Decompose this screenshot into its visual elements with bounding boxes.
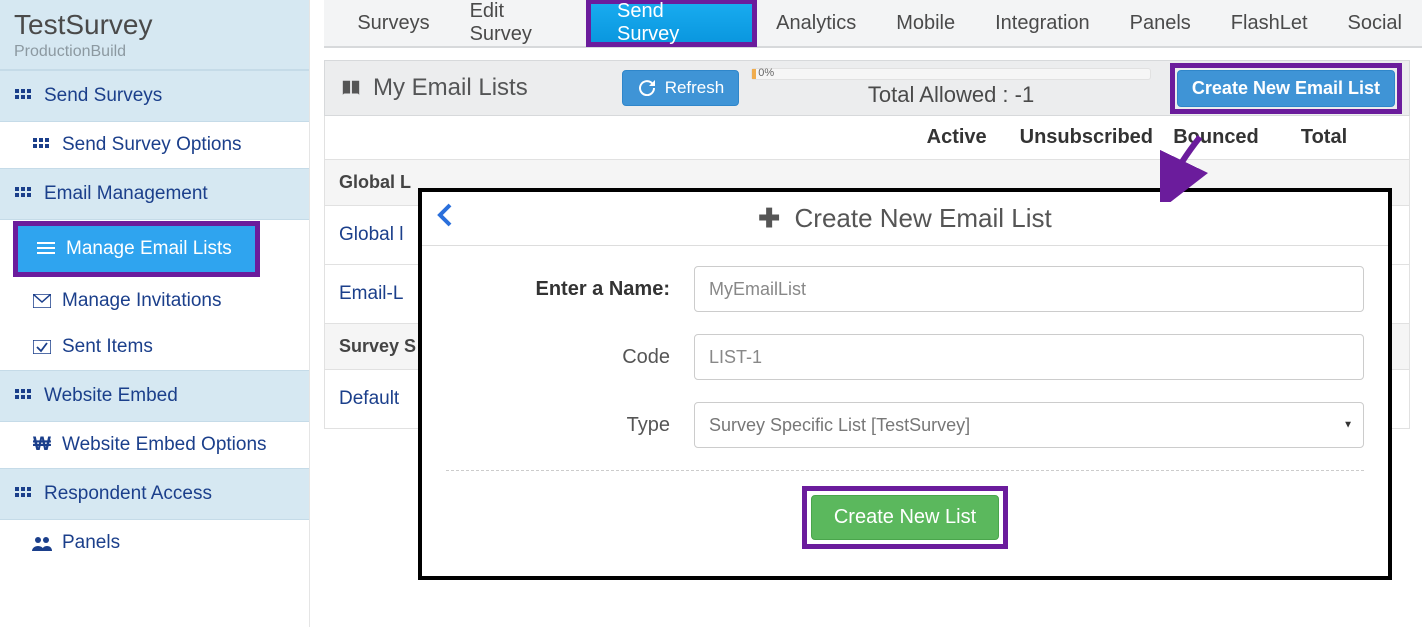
refresh-label: Refresh: [665, 78, 725, 98]
titlebar: My Email Lists Refresh 0% Total Allowed …: [324, 60, 1410, 116]
form-separator: [446, 470, 1364, 471]
col-bounced: Bounced: [1171, 126, 1261, 149]
sidebar-item-manage-invitations[interactable]: Manage Invitations: [0, 278, 309, 324]
code-input[interactable]: [694, 334, 1364, 380]
tab-label: Social: [1348, 12, 1402, 35]
sidebar-item-panels[interactable]: Panels: [0, 520, 309, 566]
build-label: ProductionBuild: [14, 43, 295, 61]
sidebar-section-label: Respondent Access: [44, 483, 212, 505]
sidebar-item-manage-email-lists[interactable]: Manage Email Lists: [14, 222, 259, 276]
survey-title: TestSurvey: [14, 10, 295, 41]
form-row-name: Enter a Name:: [446, 266, 1364, 312]
sidebar: TestSurvey ProductionBuild Send Surveys …: [0, 0, 310, 627]
sidebar-section-label: Website Embed: [44, 385, 178, 407]
sidebar-item-label: Panels: [62, 532, 120, 554]
page-title-text: My Email Lists: [373, 74, 528, 102]
dialog-header: ✚ Create New Email List: [422, 192, 1388, 246]
usage-progress: 0% Total Allowed : -1: [751, 68, 1151, 108]
refresh-icon: [637, 80, 657, 96]
tab-integration[interactable]: Integration: [975, 0, 1110, 46]
tab-edit-survey[interactable]: Edit Survey: [450, 0, 587, 46]
tab-send-survey[interactable]: Send Survey: [587, 0, 756, 46]
chevron-down-icon: ▼: [1343, 420, 1353, 431]
sidebar-section-label: Email Management: [44, 183, 208, 205]
create-btn-label: Create New Email List: [1192, 78, 1380, 99]
name-label: Enter a Name:: [446, 278, 694, 301]
sidebar-item-label: Send Survey Options: [62, 134, 242, 156]
topnav: Surveys Edit Survey Send Survey Analytic…: [324, 0, 1422, 48]
tab-analytics[interactable]: Analytics: [756, 0, 876, 46]
type-select-value: Survey Specific List [TestSurvey]: [709, 415, 970, 436]
name-input[interactable]: [694, 266, 1364, 312]
book-icon: [341, 78, 361, 98]
sidebar-section-send-surveys[interactable]: Send Surveys: [0, 70, 309, 122]
sidebar-header: TestSurvey ProductionBuild: [0, 0, 309, 70]
col-active: Active: [912, 126, 1002, 149]
progress-pct: 0%: [758, 67, 774, 79]
tab-label: Edit Survey: [470, 0, 567, 46]
form-row-code: Code: [446, 334, 1364, 380]
type-label: Type: [446, 414, 694, 437]
tab-panels[interactable]: Panels: [1110, 0, 1211, 46]
grid-icon: [14, 187, 34, 201]
grid-icon: [14, 389, 34, 403]
page-title: My Email Lists: [341, 74, 528, 102]
grid-icon: [32, 138, 52, 152]
tab-label: Analytics: [776, 12, 856, 35]
grid-icon: [14, 487, 34, 501]
dialog-title: ✚ Create New Email List: [436, 203, 1374, 234]
sidebar-section-email-management[interactable]: Email Management: [0, 168, 309, 220]
sidebar-item-label: Website Embed Options: [62, 434, 267, 456]
col-total: Total: [1279, 126, 1369, 149]
tab-label: FlashLet: [1231, 12, 1308, 35]
form-row-type: Type Survey Specific List [TestSurvey] ▼: [446, 402, 1364, 448]
sidebar-item-website-embed-options[interactable]: ₩ Website Embed Options: [0, 422, 309, 468]
dialog-title-text: Create New Email List: [795, 203, 1052, 233]
tab-flashlet[interactable]: FlashLet: [1211, 0, 1328, 46]
col-unsubscribed: Unsubscribed: [1020, 126, 1153, 149]
list-icon: [36, 242, 56, 256]
check-icon: [32, 340, 52, 354]
tab-label: Panels: [1130, 12, 1191, 35]
sidebar-item-label: Manage Email Lists: [66, 238, 232, 260]
people-icon: [32, 535, 52, 551]
progress-bar: 0%: [751, 68, 1151, 80]
grid-icon: [14, 89, 34, 103]
tab-mobile[interactable]: Mobile: [876, 0, 975, 46]
sidebar-section-website-embed[interactable]: Website Embed: [0, 370, 309, 422]
tab-label: Send Survey: [617, 0, 726, 46]
tab-label: Mobile: [896, 12, 955, 35]
envelope-icon: [32, 294, 52, 308]
sidebar-section-respondent-access[interactable]: Respondent Access: [0, 468, 309, 520]
submit-label: Create New List: [834, 506, 976, 529]
sidebar-item-sent-items[interactable]: Sent Items: [0, 324, 309, 370]
form-actions: Create New List: [446, 487, 1364, 548]
dialog-form: Enter a Name: Code Type Survey Specific …: [422, 246, 1388, 548]
tab-label: Surveys: [357, 12, 429, 35]
create-email-list-dialog: ✚ Create New Email List Enter a Name: Co…: [418, 188, 1392, 580]
sidebar-item-label: Sent Items: [62, 336, 153, 358]
code-label: Code: [446, 346, 694, 369]
refresh-button[interactable]: Refresh: [622, 70, 740, 106]
tab-surveys[interactable]: Surveys: [337, 0, 449, 46]
column-headers: Active Unsubscribed Bounced Total: [324, 116, 1410, 160]
progress-fill: [752, 69, 756, 79]
sidebar-item-send-survey-options[interactable]: Send Survey Options: [0, 122, 309, 168]
create-highlight: Create New Email List: [1171, 64, 1401, 113]
plus-icon: ✚: [758, 203, 780, 233]
sidebar-item-label: Manage Invitations: [62, 290, 222, 312]
create-new-list-button[interactable]: Create New List: [811, 495, 999, 540]
type-select[interactable]: Survey Specific List [TestSurvey] ▼: [694, 402, 1364, 448]
sidebar-section-label: Send Surveys: [44, 85, 162, 107]
tab-social[interactable]: Social: [1328, 0, 1422, 46]
total-allowed: Total Allowed : -1: [751, 82, 1151, 108]
won-icon: ₩: [32, 434, 52, 456]
submit-highlight: Create New List: [803, 487, 1007, 548]
tab-label: Integration: [995, 12, 1090, 35]
create-new-email-list-button[interactable]: Create New Email List: [1177, 70, 1395, 107]
